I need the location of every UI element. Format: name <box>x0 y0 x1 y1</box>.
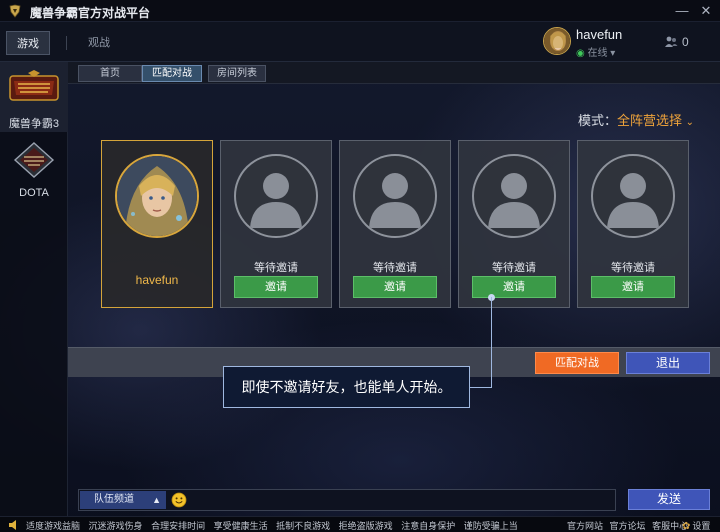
person-silhouette-icon <box>607 173 659 228</box>
tab-home[interactable]: 首页 <box>78 65 142 82</box>
tip-text: 合理安排时间 <box>151 521 206 531</box>
chevron-down-icon: ⌄ <box>685 117 695 128</box>
tip-text: 享受健康生活 <box>213 521 268 531</box>
chevron-up-icon: ▲ <box>152 495 161 505</box>
mode-label: 模式： <box>578 113 618 128</box>
announcement-icon <box>9 520 16 530</box>
link-official-forum[interactable]: 官方论坛 <box>610 521 646 531</box>
player-slot-empty: 等待邀请 邀请 <box>220 140 332 308</box>
start-match-button[interactable]: 匹配对战 <box>535 352 619 374</box>
bottom-bar: 适度游戏益脑 沉迷游戏伤身 合理安排时间 享受健康生活 抵制不良游戏 拒绝盗版游… <box>0 516 720 532</box>
player-slot-host: havefun <box>101 140 213 308</box>
invite-button[interactable]: 邀请 <box>234 276 318 298</box>
invite-button[interactable]: 邀请 <box>353 276 437 298</box>
sidebar-item-label: 魔兽争霸3 <box>8 118 60 130</box>
exit-button[interactable]: 退出 <box>626 352 710 374</box>
slot-status: 等待邀请 <box>611 262 655 274</box>
dota-logo-icon <box>13 142 55 178</box>
placeholder-avatar-icon <box>353 154 437 238</box>
warcraft-logo-icon <box>9 70 59 101</box>
person-silhouette-icon <box>488 173 540 228</box>
nav-divider <box>66 36 67 50</box>
username[interactable]: havefun <box>576 27 622 42</box>
app-window: 魔兽争霸官方对战平台 — ✕ 游戏 观战 havefun ◉ 在线 ▾ 0 魔兽… <box>0 0 720 532</box>
player-slot-empty: 等待邀请 邀请 <box>458 140 570 308</box>
player-slot-empty: 等待邀请 邀请 <box>339 140 451 308</box>
title-bar: 魔兽争霸官方对战平台 — ✕ <box>0 0 720 22</box>
status-label: 在线 <box>587 48 608 59</box>
placeholder-avatar-icon <box>472 154 556 238</box>
sidebar: 魔兽争霸3 DOTA <box>0 62 68 516</box>
app-title: 魔兽争霸官方对战平台 <box>30 6 151 20</box>
mode-value: 全阵营选择 <box>617 113 683 128</box>
placeholder-avatar-icon <box>591 154 675 238</box>
slot-status: 等待邀请 <box>373 262 417 274</box>
person-silhouette-icon <box>250 173 302 228</box>
sidebar-item-label: DOTA <box>19 187 49 199</box>
slot-status: 等待邀请 <box>492 262 536 274</box>
user-avatar-image <box>544 28 570 54</box>
slot-status: 等待邀请 <box>254 262 298 274</box>
mode-selector[interactable]: 模式：全阵营选择 ⌄ <box>578 110 694 129</box>
invite-button[interactable]: 邀请 <box>591 276 675 298</box>
tip-text: 沉迷游戏伤身 <box>88 521 143 531</box>
player-slot-empty: 等待邀请 邀请 <box>577 140 689 308</box>
settings-label: 设置 <box>692 521 711 531</box>
send-button[interactable]: 发送 <box>628 489 710 510</box>
callout-tooltip: 即使不邀请好友，也能单人开始。 <box>223 366 470 408</box>
chat-channel-selector[interactable]: 队伍频道 ▲ <box>80 491 166 509</box>
top-nav: 游戏 观战 havefun ◉ 在线 ▾ 0 <box>0 22 720 62</box>
friends-icon[interactable] <box>664 35 678 49</box>
emoji-icon[interactable] <box>171 492 187 508</box>
minimize-button[interactable]: — <box>674 3 690 19</box>
tab-games[interactable]: 游戏 <box>6 31 50 55</box>
chat-channel-label: 队伍频道 <box>94 494 134 505</box>
invite-button[interactable]: 邀请 <box>472 276 556 298</box>
chat-input-bar[interactable]: 队伍频道 ▲ <box>78 489 616 511</box>
host-name: havefun <box>135 273 179 287</box>
friends-count: 0 <box>682 35 689 49</box>
app-logo-icon <box>9 4 21 18</box>
settings-button[interactable]: ✿ 设置 <box>682 519 710 532</box>
placeholder-avatar-icon <box>234 154 318 238</box>
health-tips: 适度游戏益脑 沉迷游戏伤身 合理安排时间 享受健康生活 抵制不良游戏 拒绝盗版游… <box>26 519 524 532</box>
tip-text: 适度游戏益脑 <box>26 521 81 531</box>
footer-links: 官方网站 官方论坛 客服中心 <box>567 519 692 532</box>
tip-text: 谨防受骗上当 <box>463 521 518 531</box>
sub-tab-bar: 首页 匹配对战 房间列表 <box>68 62 720 84</box>
tab-spectate[interactable]: 观战 <box>78 31 120 55</box>
callout-connector <box>491 297 492 387</box>
sidebar-item-dota[interactable]: DOTA <box>0 134 68 204</box>
online-status-icon: ◉ <box>576 48 585 59</box>
user-status[interactable]: ◉ 在线 ▾ <box>576 44 615 59</box>
user-avatar[interactable] <box>543 27 571 55</box>
tab-room-list[interactable]: 房间列表 <box>208 65 266 82</box>
gear-icon: ✿ <box>682 521 691 532</box>
tab-matchmaking[interactable]: 匹配对战 <box>142 65 202 82</box>
link-official-site[interactable]: 官方网站 <box>567 521 603 531</box>
close-button[interactable]: ✕ <box>698 3 714 19</box>
sidebar-item-warcraft3[interactable]: 魔兽争霸3 <box>0 62 68 132</box>
tip-text: 拒绝盗版游戏 <box>338 521 393 531</box>
callout-connector-horizontal <box>470 387 492 388</box>
tip-text: 注意自身保护 <box>401 521 456 531</box>
status-chevron-icon: ▾ <box>610 48 616 59</box>
tip-text: 抵制不良游戏 <box>276 521 331 531</box>
host-avatar-image <box>117 156 197 236</box>
person-silhouette-icon <box>369 173 421 228</box>
host-avatar <box>115 154 199 238</box>
